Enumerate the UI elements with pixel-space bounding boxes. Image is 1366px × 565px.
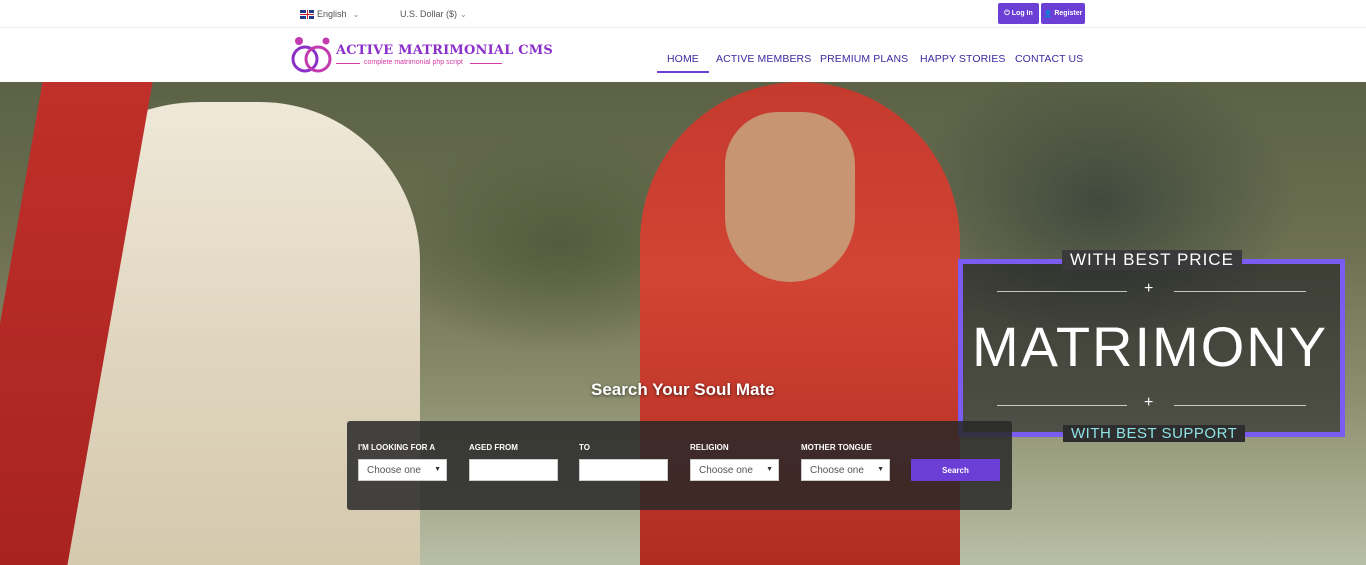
search-panel: I'M LOOKING FOR A Choose one ▼ AGED FROM… [347, 421, 1012, 510]
search-button[interactable]: Search [911, 459, 1000, 481]
plus-icon: + [1144, 394, 1154, 411]
register-button[interactable]: 👤 Register [1041, 3, 1085, 24]
plus-icon: + [1144, 280, 1154, 297]
logo-title: ACTIVE MATRIMONIAL CMS [336, 43, 553, 58]
nav-home[interactable]: HOME [657, 53, 709, 73]
uk-flag-icon [300, 9, 314, 19]
religion-value: Choose one [699, 465, 753, 476]
rings-icon [291, 37, 332, 73]
user-icon: 👤 [1043, 10, 1053, 18]
language-selector[interactable]: English ⌄ [300, 9, 359, 19]
search-title: Search Your Soul Mate [591, 380, 775, 399]
login-button[interactable]: ⏻ Log In [998, 3, 1039, 24]
caret-down-icon: ▼ [434, 466, 441, 473]
promo-divider [997, 405, 1127, 406]
religion-label: RELIGION [690, 443, 729, 452]
nav-contact-us[interactable]: CONTACT US [1015, 53, 1083, 65]
aged-to-input[interactable] [579, 459, 668, 481]
register-label: Register [1054, 10, 1083, 17]
top-bar: English ⌄ U.S. Dollar ($) ⌄ ⏻ Log In 👤 R… [0, 0, 1366, 28]
aged-to-label: TO [579, 443, 590, 452]
nav-premium-plans[interactable]: PREMIUM PLANS [820, 53, 908, 65]
chevron-down-icon: ⌄ [460, 9, 467, 19]
logo-tagline: complete matrimonial php script [364, 59, 463, 66]
nav-happy-stories[interactable]: HAPPY STORIES [920, 53, 1006, 65]
nav-active-members[interactable]: ACTIVE MEMBERS [716, 53, 811, 65]
caret-down-icon: ▼ [766, 466, 773, 473]
promo-divider [997, 291, 1127, 292]
logo-divider [336, 63, 360, 64]
religion-select[interactable]: Choose one ▼ [690, 459, 779, 481]
main-header: ACTIVE MATRIMONIAL CMS complete matrimon… [0, 28, 1366, 82]
hero-photo-bride-face [725, 112, 855, 282]
mother-tongue-select[interactable]: Choose one ▼ [801, 459, 890, 481]
currency-label: U.S. Dollar ($) [400, 9, 458, 19]
mother-tongue-label: MOTHER TONGUE [801, 443, 872, 452]
caret-down-icon: ▼ [877, 466, 884, 473]
currency-selector[interactable]: U.S. Dollar ($) ⌄ [400, 9, 467, 19]
site-logo[interactable]: ACTIVE MATRIMONIAL CMS complete matrimon… [290, 35, 553, 75]
power-icon: ⏻ [1004, 9, 1010, 17]
aged-from-input[interactable] [469, 459, 558, 481]
promo-badge-bottom: WITH BEST SUPPORT [1063, 425, 1246, 442]
promo-badge-top: WITH BEST PRICE [1062, 250, 1242, 270]
promo-divider [1174, 405, 1306, 406]
promo-divider [1174, 291, 1306, 292]
mother-tongue-value: Choose one [810, 465, 864, 476]
aged-from-label: AGED FROM [469, 443, 518, 452]
looking-for-value: Choose one [367, 465, 421, 476]
logo-divider [470, 63, 502, 64]
looking-for-select[interactable]: Choose one ▼ [358, 459, 447, 481]
looking-for-label: I'M LOOKING FOR A [358, 443, 436, 452]
promo-badge-main: MATRIMONY [972, 315, 1329, 378]
hero-banner: WITH BEST PRICE + MATRIMONY + WITH BEST … [0, 82, 1366, 565]
chevron-down-icon: ⌄ [352, 9, 360, 19]
language-label: English [317, 9, 347, 19]
login-label: Log In [1011, 10, 1033, 17]
